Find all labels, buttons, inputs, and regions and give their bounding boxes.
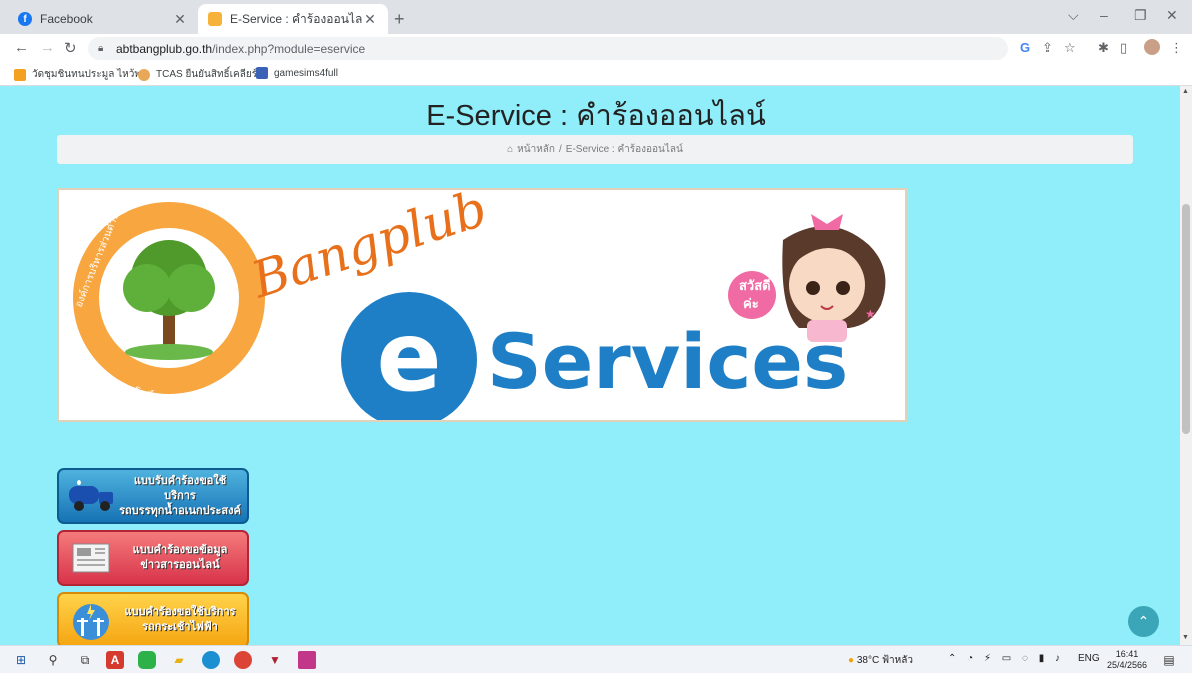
reload-button[interactable]: ↻ <box>64 39 77 57</box>
mcafee-icon[interactable]: ▼ <box>266 651 284 669</box>
google-lens-icon[interactable]: G <box>1020 40 1030 55</box>
home-icon: ⌂ <box>507 144 514 155</box>
taskbar-clock[interactable]: 16:41 25/4/2566 <box>1104 649 1150 671</box>
bookmarks-bar: วัดชุมชินทนประมูล ไหว้พ... TCAS ยืนยันสิ… <box>0 62 1192 86</box>
windows-taskbar: ⊞ ⚲ ⧉ A ▰ ▼ ● 38°C ฟ้าหลัว ⌃ ◔ ⚡ ▭ ◌ ▮ ♪… <box>0 645 1192 673</box>
electric-crane-request-button[interactable]: แบบคำร้องขอใช้บริการ รถกระเช้าไฟฟ้า <box>57 592 249 645</box>
share-icon[interactable]: ⇪ <box>1042 40 1053 56</box>
scrollbar-thumb[interactable] <box>1182 204 1190 434</box>
bookmark-favicon <box>138 68 150 81</box>
page-title: E-Service : คำร้องออนไลน์ <box>426 100 766 132</box>
star-decoration: ★ <box>865 307 876 321</box>
bookmark-favicon <box>256 67 268 79</box>
breadcrumb: ⌂ หน้าหลัก / E-Service : คำร้องออนไลน์ <box>57 135 1133 164</box>
greeting-text-1: สวัสดี <box>739 278 771 294</box>
tab-title: Facebook <box>40 12 93 26</box>
tab-eservice[interactable]: E-Service : คำร้องออนไลน์ ✕ <box>198 4 388 34</box>
e-services-logo: e <box>341 292 477 428</box>
bookmark-label: gamesims4full <box>274 67 338 79</box>
scroll-down-arrow[interactable]: ▼ <box>1182 634 1189 641</box>
bookmark-item[interactable]: วัดชุมชินทนประมูล ไหว้พ... <box>14 67 149 82</box>
clock-time: 16:41 <box>1115 649 1139 659</box>
menu-icon[interactable]: ⋮ <box>1170 40 1183 56</box>
service-label-line2: รถกระเช้าไฟฟ้า <box>142 621 218 633</box>
bookmark-item[interactable]: TCAS ยืนยันสิทธิ์เคลียร์... <box>138 67 265 82</box>
address-path: /index.php?module=eservice <box>212 41 366 56</box>
facebook-icon: f <box>18 12 32 26</box>
pdf-reader-icon[interactable]: A <box>106 651 124 669</box>
breadcrumb-current: E-Service : คำร้องออนไลน์ <box>565 144 683 155</box>
windows-start-icon[interactable]: ⊞ <box>12 651 30 669</box>
service-label-line2: ข่าวสารออนไลน์ <box>140 559 220 571</box>
winrar-icon[interactable] <box>298 651 316 669</box>
clock-date: 25/4/2566 <box>1106 660 1148 670</box>
lock-icon: 🔒︎ <box>98 42 104 54</box>
close-window-button[interactable]: ✕ <box>1166 7 1178 24</box>
scroll-up-arrow[interactable]: ▲ <box>1182 88 1189 95</box>
e-logo-letter: e <box>376 301 441 413</box>
back-button[interactable]: ← <box>14 39 29 56</box>
profile-avatar[interactable] <box>1144 39 1160 55</box>
bookmark-label: วัดชุมชินทนประมูล ไหว้พ... <box>32 69 150 80</box>
chevron-up-icon: ⌃ <box>1137 613 1150 629</box>
edge-browser-icon[interactable] <box>202 651 220 669</box>
maximize-button[interactable]: ❐ <box>1134 7 1147 24</box>
bookmark-label: TCAS ยืนยันสิทธิ์เคลียร์... <box>156 69 266 80</box>
back-to-top-button[interactable]: ⌃ <box>1128 606 1159 637</box>
banner-art: องค์การบริหารส่วนตำบลบางพลับ อำเภอโพธิ์ท… <box>73 172 886 429</box>
water-truck-request-button[interactable]: แบบรับคำร้องขอใช้บริการ รถบรรทุกน้ำอเนกป… <box>57 468 249 524</box>
sun-icon: ● <box>848 655 855 666</box>
line-chat-icon[interactable] <box>138 651 156 669</box>
tab-facebook[interactable]: f Facebook ✕ <box>8 4 198 34</box>
water-truck-icon <box>69 480 113 511</box>
notification-icon[interactable]: ▤ <box>1160 651 1178 669</box>
close-icon[interactable]: ✕ <box>172 11 188 28</box>
organization-seal-logo <box>73 202 265 394</box>
electric-pole-icon <box>73 604 109 640</box>
service-label-line1: แบบคำร้องขอข้อมูล <box>132 544 228 556</box>
service-label-line1: แบบรับคำร้องขอใช้บริการ <box>133 474 227 502</box>
tab-search-icon[interactable]: ⌵ <box>1068 7 1079 24</box>
address-host: abtbangplub.go.th <box>116 41 213 56</box>
eservice-banner: องค์การบริหารส่วนตำบลบางพลับ อำเภอโพธิ์ท… <box>57 172 907 429</box>
task-view-icon[interactable]: ⧉ <box>76 651 94 669</box>
file-explorer-icon[interactable]: ▰ <box>170 651 188 669</box>
address-bar[interactable]: 🔒︎ abtbangplub.go.th/index.php?module=es… <box>88 37 1008 60</box>
page-scrollbar[interactable]: ▲ ▼ <box>1180 86 1192 645</box>
weather-widget[interactable]: ● 38°C ฟ้าหลัว <box>848 653 913 668</box>
input-language[interactable]: ENG <box>1078 653 1100 664</box>
service-label-line1: แบบคำร้องขอใช้บริการ <box>124 606 236 618</box>
system-tray-icons[interactable]: ⌃ ◔ ⚡ ▭ ◌ ▮ ♪ <box>948 653 1064 664</box>
new-tab-button[interactable]: + <box>394 9 405 30</box>
greeting-text-2: ค่ะ <box>743 297 759 312</box>
tab-title: E-Service : คำร้องออนไลน์ <box>230 11 362 26</box>
extensions-icon[interactable]: ✱ <box>1098 40 1109 56</box>
page-viewport: E-Service : คำร้องออนไลน์ ⌂ หน้าหลัก / E… <box>0 86 1180 645</box>
forward-button[interactable]: → <box>40 39 55 56</box>
minimize-button[interactable]: – <box>1100 7 1108 23</box>
tab-strip: f Facebook ✕ E-Service : คำร้องออนไลน์ ✕… <box>0 0 1192 34</box>
weather-text: 38°C ฟ้าหลัว <box>856 655 913 666</box>
breadcrumb-home-link[interactable]: หน้าหลัก <box>517 142 555 157</box>
chrome-browser-icon[interactable] <box>234 651 252 669</box>
bookmark-star-icon[interactable]: ☆ <box>1064 40 1076 56</box>
eservice-favicon <box>208 12 222 26</box>
side-panel-icon[interactable]: ▯ <box>1120 40 1127 56</box>
news-info-request-button[interactable]: แบบคำร้องขอข้อมูล ข่าวสารออนไลน์ <box>57 530 249 586</box>
services-text: Services <box>487 317 848 406</box>
search-icon[interactable]: ⚲ <box>44 651 62 669</box>
service-label-line2: รถบรรทุกน้ำอเนกประสงค์ <box>119 504 241 517</box>
bookmark-favicon <box>14 68 26 81</box>
bookmark-item[interactable]: gamesims4full <box>256 67 338 79</box>
close-icon[interactable]: ✕ <box>362 11 378 28</box>
breadcrumb-separator: / <box>559 144 562 155</box>
newspaper-icon <box>72 543 110 573</box>
bangplub-script-text: Bangplub <box>244 190 494 310</box>
browser-toolbar: ← → ↻ 🔒︎ abtbangplub.go.th/index.php?mod… <box>0 34 1192 62</box>
